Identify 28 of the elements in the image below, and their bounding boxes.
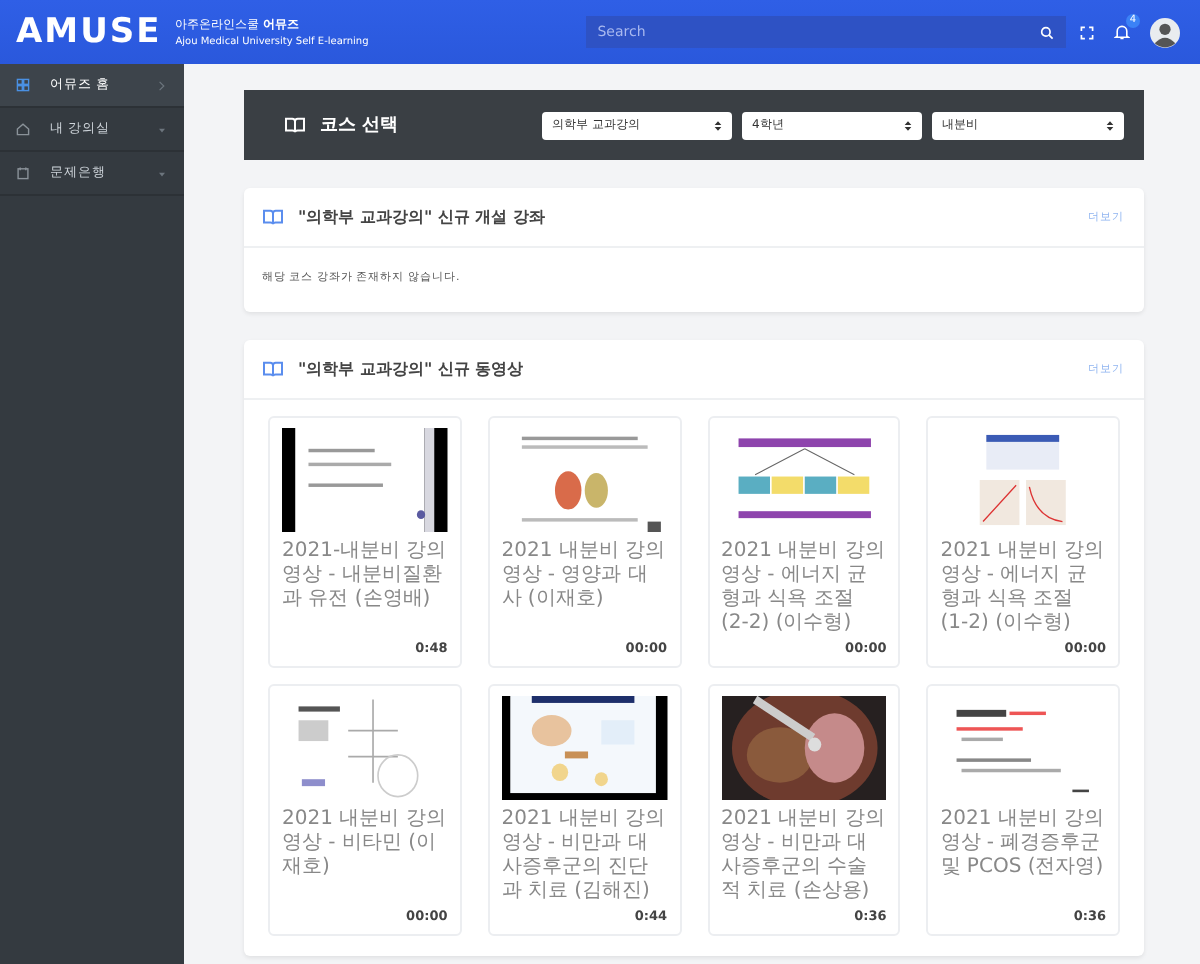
- bell-icon[interactable]: [1114, 24, 1130, 40]
- book-icon: [262, 360, 284, 378]
- book-icon: [262, 208, 284, 226]
- caret-icon: [156, 123, 168, 135]
- card-title: "의학부 교과강의" 신규 동영상: [298, 358, 526, 380]
- logo: AMUSE: [16, 12, 162, 52]
- video-title[interactable]: 2021 내분비 강의영상 - 비타민 (이재호): [282, 808, 448, 904]
- avatar-icon[interactable]: [1150, 17, 1180, 47]
- search-icon[interactable]: [1039, 25, 1054, 39]
- house-icon: [16, 122, 30, 136]
- card-title: "의학부 교과강의" 신규 개설 강좌: [298, 206, 547, 228]
- sort-arrows-icon: [904, 119, 912, 131]
- video-title[interactable]: 2021 내분비 강의영상 - 에너지 균형과 식욕 조절 (1-2) (이수형): [940, 540, 1106, 636]
- grid-icon: [16, 78, 30, 92]
- video-title[interactable]: 2021 내분비 강의영상 - 비만과 대사증후군의 수술적 치료 (손상용): [721, 808, 887, 904]
- chevron-icon: [156, 79, 168, 91]
- book-icon: [284, 116, 306, 134]
- video-title[interactable]: 2021 내분비 강의영상 - 비만과 대사증후군의 진단과 치료 (김해진): [501, 808, 667, 904]
- caret-icon: [156, 167, 168, 179]
- section-title: 코스 선택: [320, 114, 399, 138]
- calendar-icon: [16, 166, 30, 180]
- video-title[interactable]: 2021-내분비 강의영상 - 내분비질환과 유전 (손영배): [282, 540, 448, 636]
- sort-arrows-icon: [1106, 119, 1114, 131]
- video-title[interactable]: 2021 내분비 강의영상 - 에너지 균형과 식욕 조절 (2-2) (이수형): [721, 540, 887, 636]
- video-title[interactable]: 2021 내분비 강의영상 - 영양과 대사 (이재호): [501, 540, 667, 636]
- fullscreen-icon[interactable]: [1080, 25, 1094, 39]
- sort-arrows-icon: [714, 119, 722, 131]
- video-title[interactable]: 2021 내분비 강의영상 - 폐경증후군 및 PCOS (전자영): [940, 808, 1106, 904]
